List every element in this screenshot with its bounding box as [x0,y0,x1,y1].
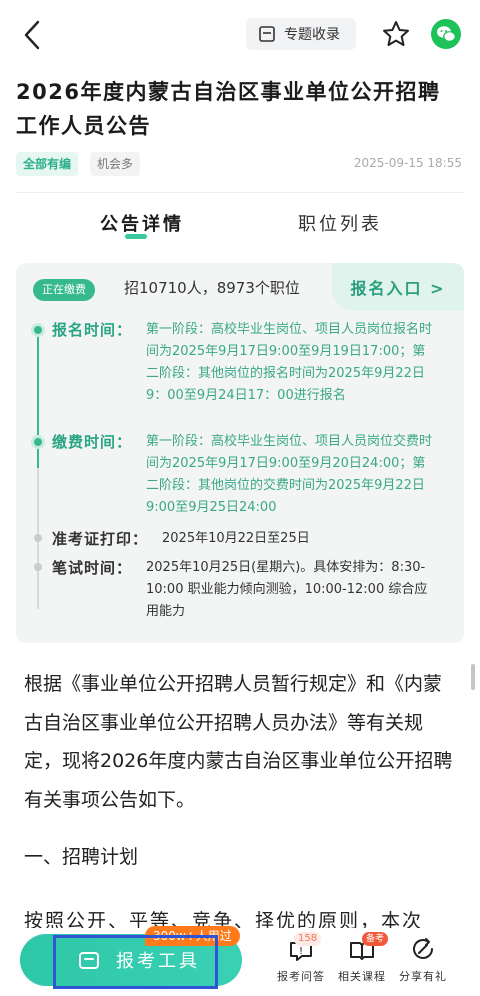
payment-time-text: 第一阶段：高校毕业生岗位、项目人员岗位交费时间为2025年9月17日9:00至9… [146,434,433,515]
timeline-dot-active [31,435,45,449]
nav-share-reward[interactable]: 分享有礼 [392,934,454,990]
wechat-icon [437,26,456,42]
book-icon: 备考 [331,932,393,964]
register-time-text: 第一阶段：高校毕业生岗位、项目人员岗位报名时间为2025年9月17日9:00至9… [146,322,433,403]
share-icon [392,934,454,964]
tab-announcement-detail[interactable]: 公告详情 [100,210,184,236]
top-bar: 专题收录 [0,0,480,70]
tag-list: 全部有编 机会多 [16,152,141,176]
payment-time-label: 缴费时间： [52,433,133,451]
topic-collect-button[interactable]: 专题收录 [246,18,356,50]
nav-exam-qa-label: 报考问答 [277,970,325,983]
star-icon [383,21,409,46]
register-time-label: 报名时间： [52,321,133,339]
admission-print-label: 准考证打印： [52,530,149,548]
section-heading: 一、招聘计划 [24,846,139,868]
written-exam-label: 笔试时间： [52,559,133,577]
article-paragraph: 根据《事业单位公开招聘人员暂行规定》和《内蒙古自治区事业单位公开招聘人员办法》等… [24,673,453,811]
topic-collect-label: 专题收录 [284,27,340,43]
back-button[interactable] [18,18,46,52]
article-title: 2026年度内蒙古自治区事业单位公开招聘工作人员公告 [16,80,441,138]
scrollbar[interactable] [471,664,475,690]
wechat-share-button[interactable] [431,19,461,49]
schedule-card: 正在缴费 招10710人，8973个职位 报名入口 > 报名时间： 第一阶段：高… [16,263,464,643]
recruit-summary: 招10710人，8973个职位 [124,279,300,297]
nav-exam-qa[interactable]: ! 158 报考问答 [270,932,332,990]
prep-badge: 备考 [362,932,389,946]
timeline-dot [34,563,42,571]
svg-text:!: ! [299,946,303,957]
folder-icon [259,26,275,42]
publish-date: 2025-09-15 18:55 [353,156,462,170]
qa-icon: ! 158 [270,932,332,964]
favorite-button[interactable] [381,19,411,49]
active-tab-indicator [125,234,147,239]
nav-share-reward-label: 分享有礼 [399,970,447,983]
back-icon [24,20,40,50]
nav-related-courses-label: 相关课程 [338,970,386,983]
tab-position-list[interactable]: 职位列表 [298,210,382,236]
admission-print-text: 2025年10月22日至25日 [162,531,310,546]
written-exam-text: 2025年10月25日(星期六)。具体安排为：8:30-10:00 职业能力倾向… [146,560,428,619]
tag-all-staffed: 全部有编 [16,152,79,176]
nav-related-courses[interactable]: 备考 相关课程 [331,932,393,990]
divider [16,192,464,193]
status-badge: 正在缴费 [33,279,95,301]
timeline-dot [34,534,42,542]
timeline-dot-active [31,323,45,337]
tag-many-chances: 机会多 [90,152,141,176]
highlight-box [53,935,218,989]
register-entry-button[interactable]: 报名入口 > [332,263,464,311]
bottom-bar: 报考工具 300w+人用过 ! 158 报考问答 备考 相关课程 分享有礼 [0,926,480,996]
qa-count-badge: 158 [294,932,322,946]
